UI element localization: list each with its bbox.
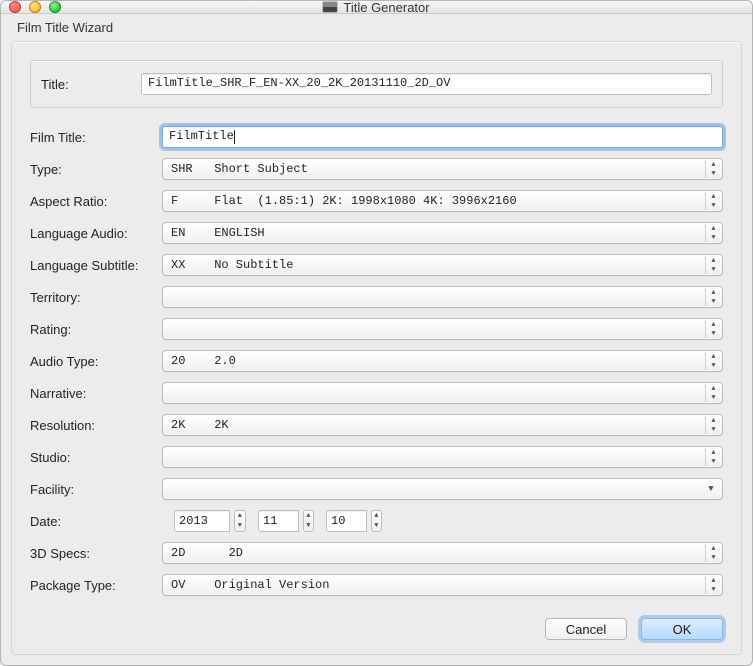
title-label: Title: <box>41 77 141 92</box>
date-year-spinner[interactable]: 2013 ▲▼ <box>174 510 246 532</box>
package-type-select[interactable]: OV Original Version ▲▼ <box>162 574 723 596</box>
ok-button[interactable]: OK <box>641 618 723 640</box>
language-subtitle-label: Language Subtitle: <box>30 258 162 273</box>
date-day-spinner[interactable]: 10 ▲▼ <box>326 510 382 532</box>
updown-icon: ▲▼ <box>705 256 721 274</box>
language-audio-select[interactable]: EN ENGLISH ▲▼ <box>162 222 723 244</box>
zoom-icon[interactable] <box>49 1 61 13</box>
updown-icon: ▲▼ <box>303 510 314 532</box>
cancel-button[interactable]: Cancel <box>545 618 627 640</box>
window-controls <box>9 1 61 13</box>
updown-icon: ▲▼ <box>705 576 721 594</box>
window-title: Title Generator <box>343 0 429 15</box>
facility-combo[interactable]: ▼ <box>162 478 723 500</box>
specs-3d-label: 3D Specs: <box>30 546 162 561</box>
studio-label: Studio: <box>30 450 162 465</box>
language-audio-label: Language Audio: <box>30 226 162 241</box>
dialog-buttons: Cancel OK <box>30 618 723 640</box>
studio-select[interactable]: ▲▼ <box>162 446 723 468</box>
updown-icon: ▲▼ <box>705 320 721 338</box>
minimize-icon[interactable] <box>29 1 41 13</box>
form-group: Title: FilmTitle_SHR_F_EN-XX_20_2K_20131… <box>11 41 742 655</box>
resolution-select[interactable]: 2K 2K ▲▼ <box>162 414 723 436</box>
territory-label: Territory: <box>30 290 162 305</box>
type-select[interactable]: SHR Short Subject ▲▼ <box>162 158 723 180</box>
chevron-down-icon: ▼ <box>704 479 718 499</box>
window: Title Generator Film Title Wizard Title:… <box>0 0 753 666</box>
updown-icon: ▲▼ <box>705 416 721 434</box>
narrative-label: Narrative: <box>30 386 162 401</box>
aspect-ratio-label: Aspect Ratio: <box>30 194 162 209</box>
facility-label: Facility: <box>30 482 162 497</box>
updown-icon: ▲▼ <box>371 510 382 532</box>
titlebar: Title Generator <box>1 1 752 14</box>
updown-icon: ▲▼ <box>705 384 721 402</box>
aspect-ratio-select[interactable]: F Flat (1.85:1) 2K: 1998x1080 4K: 3996x2… <box>162 190 723 212</box>
specs-3d-select[interactable]: 2D 2D ▲▼ <box>162 542 723 564</box>
title-box: Title: FilmTitle_SHR_F_EN-XX_20_2K_20131… <box>30 60 723 108</box>
rating-select[interactable]: ▲▼ <box>162 318 723 340</box>
language-subtitle-select[interactable]: XX No Subtitle ▲▼ <box>162 254 723 276</box>
resolution-label: Resolution: <box>30 418 162 433</box>
updown-icon: ▲▼ <box>705 224 721 242</box>
updown-icon: ▲▼ <box>705 288 721 306</box>
updown-icon: ▲▼ <box>705 160 721 178</box>
title-output[interactable]: FilmTitle_SHR_F_EN-XX_20_2K_20131110_2D_… <box>141 73 712 95</box>
audio-type-label: Audio Type: <box>30 354 162 369</box>
film-title-label: Film Title: <box>30 130 162 145</box>
updown-icon: ▲▼ <box>234 510 246 532</box>
date-month-spinner[interactable]: 11 ▲▼ <box>258 510 314 532</box>
type-label: Type: <box>30 162 162 177</box>
updown-icon: ▲▼ <box>705 448 721 466</box>
film-title-input[interactable]: FilmTitle <box>162 126 723 148</box>
audio-type-select[interactable]: 20 2.0 ▲▼ <box>162 350 723 372</box>
territory-select[interactable]: ▲▼ <box>162 286 723 308</box>
updown-icon: ▲▼ <box>705 544 721 562</box>
package-type-label: Package Type: <box>30 578 162 593</box>
close-icon[interactable] <box>9 1 21 13</box>
updown-icon: ▲▼ <box>705 192 721 210</box>
group-label: Film Title Wizard <box>17 20 742 35</box>
date-label: Date: <box>30 514 162 529</box>
app-icon <box>323 2 337 12</box>
rating-label: Rating: <box>30 322 162 337</box>
narrative-select[interactable]: ▲▼ <box>162 382 723 404</box>
updown-icon: ▲▼ <box>705 352 721 370</box>
